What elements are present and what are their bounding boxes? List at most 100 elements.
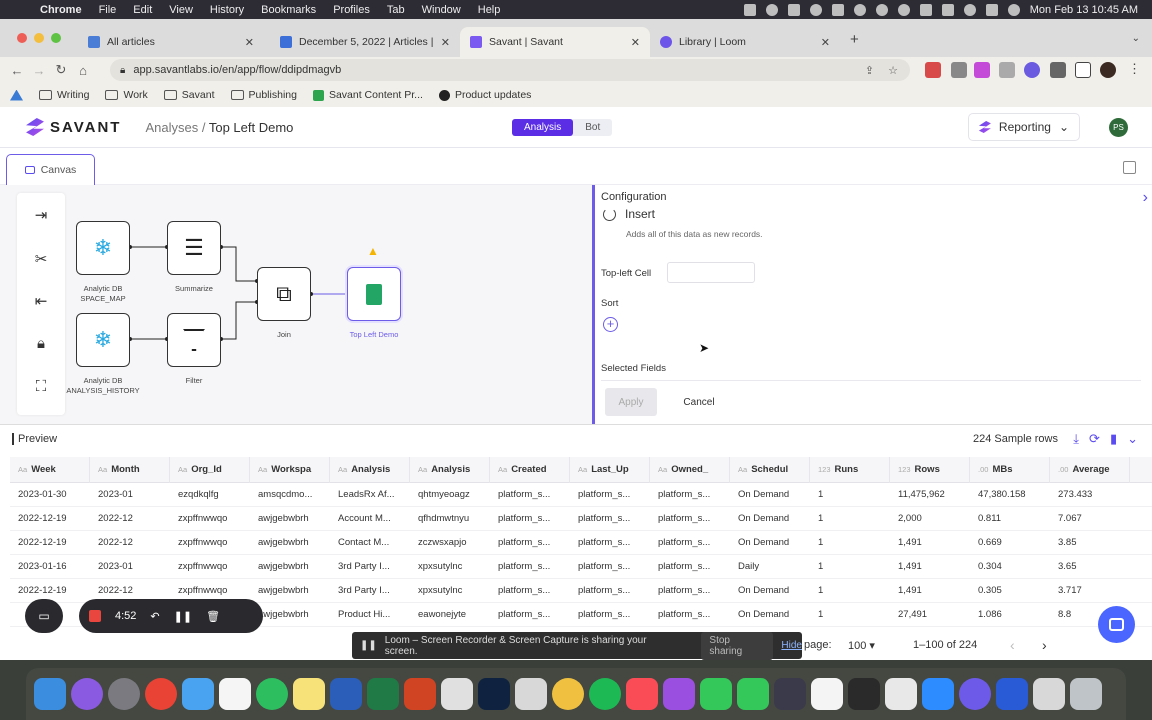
word-icon[interactable] bbox=[330, 678, 362, 710]
close-tab-icon[interactable]: ✕ bbox=[441, 36, 450, 49]
menu-help[interactable]: Help bbox=[478, 4, 501, 16]
music-icon[interactable] bbox=[626, 678, 658, 710]
extension-icon[interactable] bbox=[999, 62, 1015, 78]
table-cell[interactable]: 1.086 bbox=[970, 609, 1050, 620]
table-cell[interactable]: 11,475,962 bbox=[890, 489, 970, 500]
tab-bot[interactable]: Bot bbox=[573, 119, 612, 136]
summarize-node[interactable]: ☰ bbox=[167, 221, 221, 275]
collapse-panel-chevron-icon[interactable]: › bbox=[1143, 189, 1148, 207]
extension-icon[interactable] bbox=[1024, 62, 1040, 78]
battery-icon[interactable] bbox=[919, 3, 932, 16]
column-header[interactable]: Aa Schedul bbox=[730, 457, 810, 483]
table-cell[interactable]: 0.305 bbox=[970, 585, 1050, 596]
table-cell[interactable]: 2023-01-30 bbox=[10, 489, 90, 500]
table-row[interactable]: 2023-01-16 2023-01 zxpffnwwqo awjgebwbrh 3rd… bbox=[10, 555, 1152, 579]
table-cell[interactable]: 47,380.158 bbox=[970, 489, 1050, 500]
table-cell[interactable]: On Demand bbox=[730, 489, 810, 500]
siri-icon[interactable] bbox=[71, 678, 103, 710]
menu-file[interactable]: File bbox=[99, 4, 117, 16]
pause-icon[interactable]: ❚❚ bbox=[174, 610, 192, 623]
reload-icon[interactable]: ↻ bbox=[50, 62, 72, 78]
table-cell[interactable]: 2022-12 bbox=[90, 537, 170, 548]
table-cell[interactable]: 1,491 bbox=[890, 585, 970, 596]
table-cell[interactable]: 2022-12 bbox=[90, 585, 170, 596]
table-cell[interactable]: 2023-01 bbox=[90, 489, 170, 500]
table-cell[interactable]: Account M... bbox=[330, 513, 410, 524]
document-icon[interactable] bbox=[1033, 678, 1065, 710]
column-header[interactable]: Aa Created bbox=[490, 457, 570, 483]
spotify-icon[interactable] bbox=[589, 678, 621, 710]
system-settings-icon[interactable] bbox=[108, 678, 140, 710]
browser-tab[interactable]: December 5, 2022 | Articles | S ✕ bbox=[270, 27, 460, 57]
table-cell[interactable]: platform_s... bbox=[650, 561, 730, 572]
status-icon[interactable] bbox=[765, 3, 778, 16]
table-cell[interactable]: Product Hi... bbox=[330, 609, 410, 620]
column-header[interactable]: Aa Owned_ bbox=[650, 457, 730, 483]
table-cell[interactable]: eawonejyte bbox=[410, 609, 490, 620]
url-text[interactable]: app.savantlabs.io/en/app/flow/ddipdmagvb bbox=[133, 64, 341, 76]
camera-toggle-button[interactable]: ▭ bbox=[25, 599, 63, 633]
table-cell[interactable]: Daily bbox=[730, 561, 810, 572]
bookmark-folder-work[interactable]: Work bbox=[105, 89, 148, 101]
table-cell[interactable]: zxpffnwwqo bbox=[170, 513, 250, 524]
bookmark-folder-publishing[interactable]: Publishing bbox=[230, 89, 297, 101]
table-cell[interactable]: awjgebwbrh bbox=[250, 513, 330, 524]
facetime-icon[interactable] bbox=[700, 678, 732, 710]
table-cell[interactable]: platform_s... bbox=[490, 513, 570, 524]
home-icon[interactable]: ⌂ bbox=[72, 63, 94, 78]
snowflake-node-analysis-history[interactable]: ❄ bbox=[76, 313, 130, 367]
wifi-icon[interactable] bbox=[941, 3, 954, 16]
search-icon[interactable] bbox=[963, 3, 976, 16]
table-cell[interactable]: 1 bbox=[810, 561, 890, 572]
column-header[interactable]: Aa Workspa bbox=[250, 457, 330, 483]
column-header[interactable]: 123 Runs bbox=[810, 457, 890, 483]
table-cell[interactable]: platform_s... bbox=[570, 537, 650, 548]
extension-icon[interactable] bbox=[925, 62, 941, 78]
back-arrow-icon[interactable]: ← bbox=[6, 63, 28, 78]
minimize-window-button[interactable] bbox=[34, 33, 44, 43]
reporting-dropdown[interactable]: Reporting ⌄ bbox=[967, 113, 1080, 141]
control-center-icon[interactable] bbox=[985, 3, 998, 16]
news-icon[interactable] bbox=[811, 678, 843, 710]
powerpoint-icon[interactable] bbox=[404, 678, 436, 710]
browser-tab-active[interactable]: Savant | Savant ✕ bbox=[460, 27, 650, 57]
previous-page-icon[interactable]: ‹ bbox=[1010, 637, 1015, 653]
column-header[interactable]: Aa Analysis bbox=[330, 457, 410, 483]
table-cell[interactable]: 3rd Party I... bbox=[330, 585, 410, 596]
bookmark-folder-savant[interactable]: Savant bbox=[163, 89, 215, 101]
table-cell[interactable]: platform_s... bbox=[570, 513, 650, 524]
chrome-icon[interactable] bbox=[145, 678, 177, 710]
table-cell[interactable]: 1 bbox=[810, 585, 890, 596]
refresh-icon[interactable]: ⟳ bbox=[1089, 431, 1100, 447]
table-cell[interactable]: platform_s... bbox=[650, 489, 730, 500]
bookmark-star-icon[interactable]: ☆ bbox=[888, 64, 898, 77]
top-left-cell-input[interactable] bbox=[667, 262, 755, 283]
table-cell[interactable]: awjgebwbrh bbox=[250, 585, 330, 596]
table-cell[interactable]: platform_s... bbox=[570, 561, 650, 572]
status-icon[interactable] bbox=[853, 3, 866, 16]
table-cell[interactable]: platform_s... bbox=[570, 489, 650, 500]
acrobat-icon[interactable] bbox=[441, 678, 473, 710]
moon-icon[interactable] bbox=[875, 3, 888, 16]
table-cell[interactable]: 2022-12-19 bbox=[10, 513, 90, 524]
table-cell[interactable]: platform_s... bbox=[490, 561, 570, 572]
bookmark-product-updates[interactable]: Product updates bbox=[438, 89, 531, 101]
table-cell[interactable]: zxpffnwwqo bbox=[170, 537, 250, 548]
new-tab-icon[interactable]: + bbox=[850, 31, 859, 48]
table-cell[interactable]: On Demand bbox=[730, 609, 810, 620]
snowflake-node-space-map[interactable]: ❄ bbox=[76, 221, 130, 275]
table-cell[interactable]: 273.433 bbox=[1050, 489, 1130, 500]
table-cell[interactable]: 1 bbox=[810, 513, 890, 524]
profile-avatar[interactable] bbox=[1100, 62, 1116, 78]
table-cell[interactable]: 2022-12-19 bbox=[10, 585, 90, 596]
trash-icon[interactable]: 🗑︎ bbox=[206, 610, 220, 623]
table-cell[interactable]: zczwsxapjo bbox=[410, 537, 490, 548]
menu-clock[interactable]: Mon Feb 13 10:45 AM bbox=[1030, 4, 1138, 16]
save-icon[interactable] bbox=[1123, 161, 1136, 174]
table-cell[interactable]: 27,491 bbox=[890, 609, 970, 620]
table-cell[interactable]: platform_s... bbox=[650, 537, 730, 548]
column-header[interactable]: Aa Org_Id bbox=[170, 457, 250, 483]
browser-tab[interactable]: All articles ✕ bbox=[78, 27, 264, 57]
filter-node[interactable] bbox=[167, 313, 221, 367]
address-bar[interactable]: 🔒︎ app.savantlabs.io/en/app/flow/ddipdma… bbox=[110, 59, 910, 81]
